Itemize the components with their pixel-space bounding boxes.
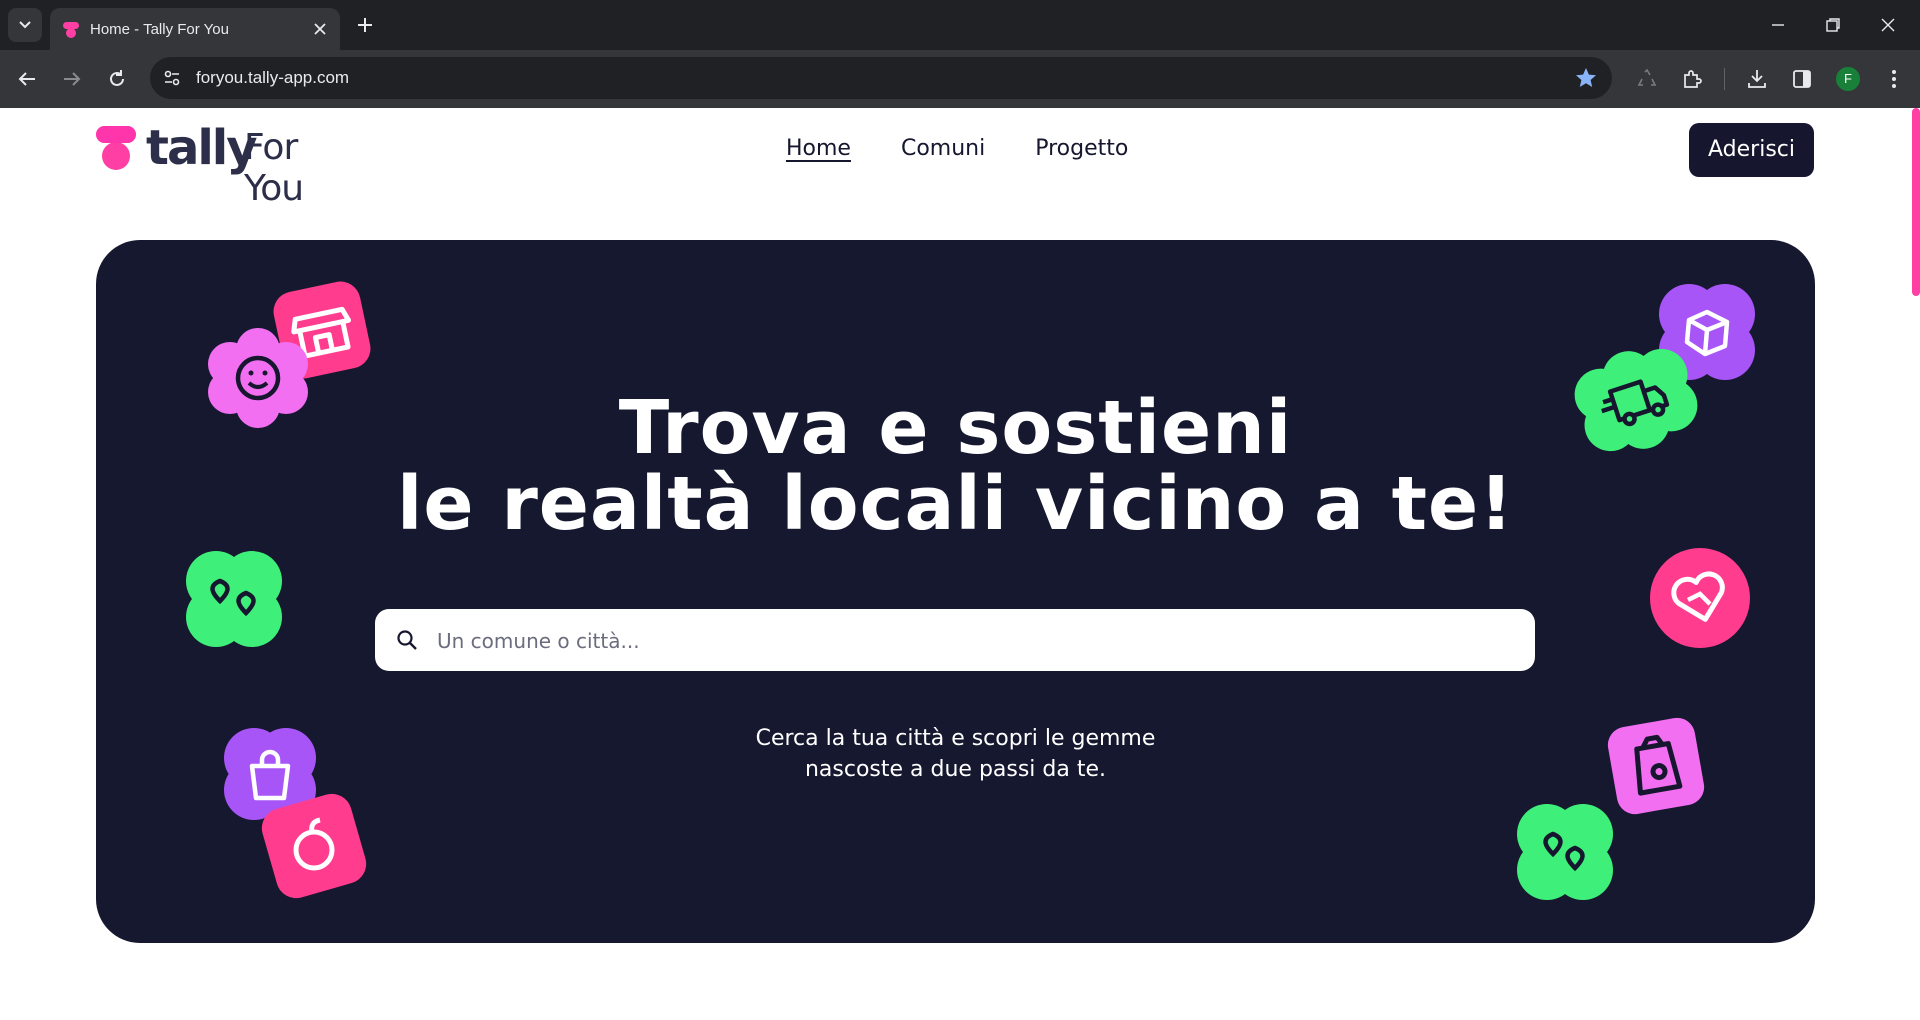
new-tab-icon[interactable] — [355, 15, 375, 35]
close-window-icon[interactable] — [1875, 12, 1901, 38]
more-menu-icon[interactable] — [1882, 67, 1906, 91]
site-settings-icon[interactable] — [160, 66, 184, 90]
tally-logo-icon — [96, 126, 136, 170]
chevron-down-icon — [19, 21, 31, 29]
side-panel-icon[interactable] — [1790, 67, 1814, 91]
logo-word-tally: tally — [146, 120, 258, 176]
browser-tab-bar: Home - Tally For You — [0, 0, 1920, 50]
restore-icon[interactable] — [1820, 12, 1846, 38]
minimize-icon[interactable] — [1765, 12, 1791, 38]
city-search-box[interactable] — [375, 609, 1535, 673]
aderisci-button[interactable]: Aderisci — [1689, 123, 1814, 177]
tally-favicon-icon — [63, 22, 79, 38]
toolbar-divider — [1724, 68, 1725, 90]
hero-subtitle: Cerca la tua città e scopri le gemme nas… — [96, 723, 1815, 785]
forward-arrow-icon[interactable] — [60, 67, 84, 91]
hero-section: Trova e sostieni le realtà locali vicino… — [96, 240, 1815, 943]
location-pins-icon — [1517, 804, 1613, 900]
browser-tab-active[interactable]: Home - Tally For You — [50, 8, 340, 50]
scrollbar[interactable] — [1912, 108, 1920, 296]
reload-icon[interactable] — [105, 67, 129, 91]
hero-title-line-1: Trova e sostieni — [618, 385, 1293, 471]
address-bar[interactable]: foryou.tally-app.com — [150, 57, 1612, 99]
close-tab-icon[interactable] — [312, 21, 328, 37]
city-search-input[interactable] — [435, 609, 1519, 673]
url-text: foryou.tally-app.com — [196, 68, 350, 87]
bookmark-star-icon[interactable] — [1574, 66, 1598, 90]
logo-word-foryou: For You — [244, 127, 304, 209]
site-logo[interactable]: tally For You — [96, 120, 356, 209]
browser-toolbar: foryou.tally-app.com F — [0, 50, 1920, 108]
heart-hand-icon — [1650, 548, 1750, 648]
location-pins-icon — [186, 551, 282, 647]
nav-progetto[interactable]: Progetto — [1035, 136, 1128, 161]
search-icon — [397, 630, 417, 650]
nav-home[interactable]: Home — [786, 136, 851, 161]
back-arrow-icon[interactable] — [15, 67, 39, 91]
apple-icon — [261, 793, 367, 899]
truck-icon — [1574, 348, 1698, 452]
hero-subtitle-line-1: Cerca la tua città e scopri le gemme — [755, 726, 1156, 751]
hero-subtitle-line-2: nascoste a due passi da te. — [804, 757, 1107, 782]
profile-avatar[interactable]: F — [1836, 67, 1860, 91]
hero-title: Trova e sostieni le realtà locali vicino… — [96, 390, 1815, 542]
hero-title-line-2: le realtà locali vicino a te! — [397, 461, 1514, 547]
tab-search-button[interactable] — [8, 8, 42, 42]
download-icon[interactable] — [1745, 67, 1769, 91]
smile-icon — [208, 328, 308, 428]
recycle-icon[interactable] — [1635, 67, 1659, 91]
extensions-icon[interactable] — [1680, 67, 1704, 91]
nav-comuni[interactable]: Comuni — [901, 136, 985, 161]
tab-title: Home - Tally For You — [90, 21, 229, 38]
webpage: tally For You Home Comuni Progetto Aderi… — [0, 108, 1920, 1020]
main-nav: Home Comuni Progetto — [786, 136, 1128, 161]
